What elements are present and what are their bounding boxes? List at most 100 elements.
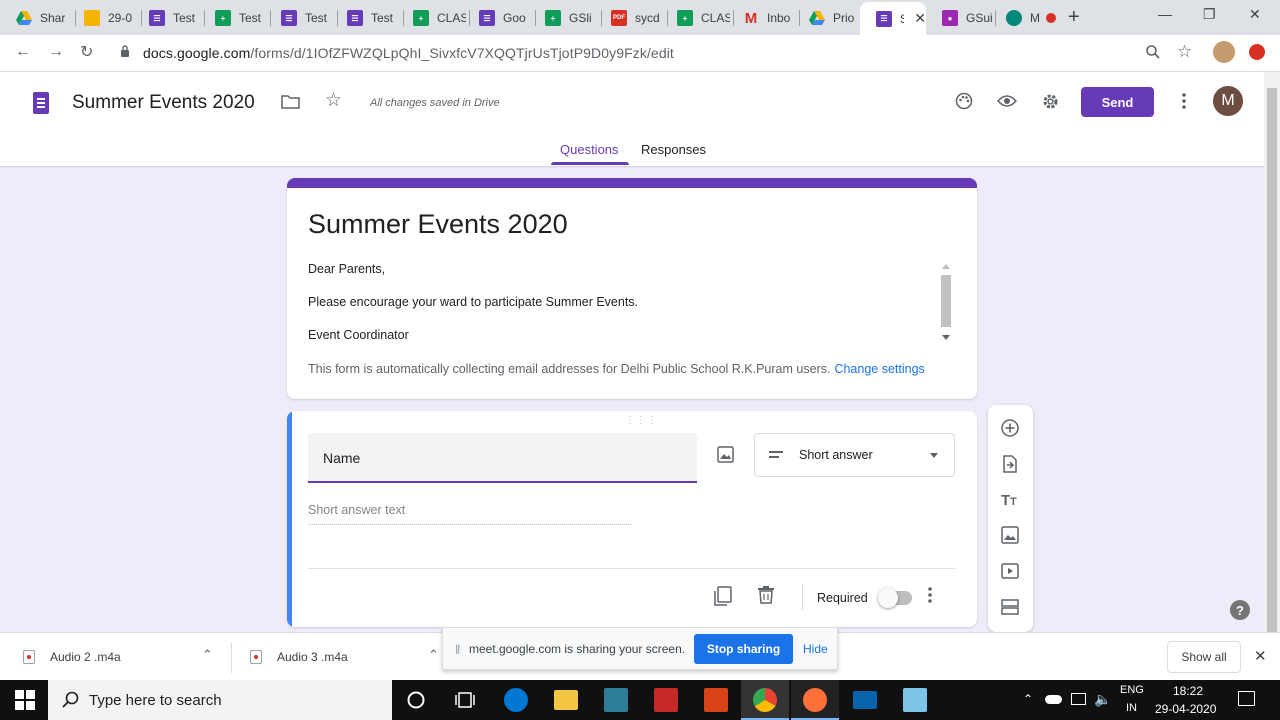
browser-tab[interactable]: Prio xyxy=(793,3,860,33)
notifications-icon[interactable] xyxy=(1238,691,1255,706)
google-drive-icon xyxy=(16,10,32,26)
chrome-icon[interactable] xyxy=(753,688,777,712)
browser-tab[interactable]: M xyxy=(990,3,1060,33)
question-type-dropdown[interactable]: Short answer xyxy=(754,433,955,477)
question-title-field[interactable]: Name xyxy=(308,433,697,483)
tab-responses[interactable]: Responses xyxy=(641,142,706,157)
lock-icon[interactable] xyxy=(120,45,130,58)
store-icon[interactable] xyxy=(604,688,628,712)
language-indicator[interactable]: ENG xyxy=(1120,684,1144,696)
question-card[interactable]: ⋮⋮⋮ Name Short answer Short answer text … xyxy=(287,411,977,627)
add-video-icon[interactable] xyxy=(1000,561,1020,581)
form-title[interactable]: Summer Events 2020 xyxy=(308,209,568,240)
browser-tab[interactable]: ☰ Test xyxy=(133,3,202,33)
cortana-icon[interactable] xyxy=(405,689,429,713)
settings-gear-icon[interactable] xyxy=(1041,92,1060,111)
close-download-bar-icon[interactable]: ✕ xyxy=(1254,647,1267,665)
mail-icon[interactable] xyxy=(853,691,877,709)
help-icon[interactable]: ? xyxy=(1230,600,1250,620)
region-indicator[interactable]: IN xyxy=(1126,702,1137,714)
question-title-text: Name xyxy=(323,450,361,466)
folder-icon[interactable] xyxy=(281,94,300,109)
windows-start-icon[interactable] xyxy=(15,690,35,710)
drag-handle-icon[interactable]: ⋮⋮⋮ xyxy=(625,415,658,426)
more-options-icon[interactable] xyxy=(1182,93,1186,109)
close-tab-icon[interactable]: ✕ xyxy=(914,10,926,27)
edge-browser-icon[interactable] xyxy=(504,688,528,712)
page-scrollbar[interactable] xyxy=(1264,72,1280,638)
browser-tab[interactable]: ● GSui xyxy=(926,3,994,33)
new-tab-button[interactable]: + xyxy=(1068,6,1080,29)
scrollbar-thumb[interactable] xyxy=(1267,88,1277,638)
star-icon[interactable]: ☆ xyxy=(325,89,342,112)
form-description-line[interactable]: Dear Parents, xyxy=(308,262,385,276)
import-questions-icon[interactable] xyxy=(1000,454,1020,474)
forward-icon[interactable]: → xyxy=(48,43,64,61)
browser-tab[interactable]: + GSli xyxy=(529,3,598,33)
clock-time[interactable]: 18:22 xyxy=(1173,684,1203,698)
onedrive-icon[interactable] xyxy=(1045,695,1062,704)
stop-sharing-button[interactable]: Stop sharing xyxy=(694,634,793,664)
document-title[interactable]: Summer Events 2020 xyxy=(72,92,255,114)
download-menu-chevron-icon[interactable]: ⌃ xyxy=(202,647,213,663)
profile-avatar[interactable] xyxy=(1213,41,1235,63)
duplicate-icon[interactable] xyxy=(713,586,732,606)
minimize-icon[interactable]: — xyxy=(1158,6,1172,22)
hide-banner-button[interactable]: Hide xyxy=(803,642,828,656)
browser-tab[interactable]: ☰ Test xyxy=(331,3,400,33)
zoom-icon[interactable] xyxy=(1145,44,1161,60)
question-more-icon[interactable] xyxy=(928,587,932,603)
close-window-icon[interactable]: ✕ xyxy=(1249,6,1261,23)
add-question-icon[interactable] xyxy=(1000,418,1020,438)
drag-grip-icon[interactable]: ‖ xyxy=(455,642,460,657)
restore-icon[interactable]: ❐ xyxy=(1203,6,1216,23)
task-view-icon[interactable] xyxy=(453,688,477,712)
download-item-name[interactable]: Audio 2 .m4a xyxy=(50,650,121,664)
form-description-line[interactable]: Please encourage your ward to participat… xyxy=(308,295,638,309)
add-image-icon[interactable] xyxy=(1000,525,1020,545)
app-icon[interactable] xyxy=(903,688,927,712)
clock-date[interactable]: 29-04-2020 xyxy=(1155,702,1216,716)
send-button[interactable]: Send xyxy=(1081,87,1154,117)
google-forms-logo-icon[interactable] xyxy=(33,92,49,114)
browser-tab[interactable]: + CLAS xyxy=(397,3,466,33)
browser-tab[interactable]: ☰ Test xyxy=(265,3,334,33)
address-bar[interactable]: docs.google.com/forms/d/1IOfZFWZQLpQhI_S… xyxy=(143,45,674,61)
delete-trash-icon[interactable] xyxy=(758,586,774,604)
form-title-card[interactable]: Summer Events 2020 Dear Parents, Please … xyxy=(287,178,977,399)
required-toggle[interactable] xyxy=(878,588,912,608)
volume-icon[interactable]: 🔈 xyxy=(1094,691,1111,708)
network-icon[interactable] xyxy=(1071,693,1086,705)
browser-tab-active[interactable]: ☰ S ✕ xyxy=(860,2,926,35)
change-settings-link[interactable]: Change settings xyxy=(834,362,924,376)
form-description-line[interactable]: Event Coordinator xyxy=(308,328,409,342)
palette-icon[interactable] xyxy=(955,92,973,110)
show-hidden-icons[interactable]: ⌃ xyxy=(1023,692,1033,706)
browser-tab[interactable]: ☰ Goo xyxy=(463,3,532,33)
tab-questions[interactable]: Questions xyxy=(560,142,619,157)
browser-tab[interactable]: + Test xyxy=(199,3,268,33)
file-explorer-icon[interactable] xyxy=(554,690,578,710)
download-menu-chevron-icon[interactable]: ⌃ xyxy=(428,647,439,663)
preview-eye-icon[interactable] xyxy=(997,94,1017,108)
reload-icon[interactable]: ↻ xyxy=(80,42,93,62)
browser-tab[interactable]: Shar xyxy=(0,3,75,33)
description-scrollbar[interactable] xyxy=(939,261,953,343)
back-icon[interactable]: ← xyxy=(15,43,31,61)
firefox-icon[interactable] xyxy=(803,688,827,712)
add-image-icon[interactable] xyxy=(717,446,734,463)
browser-tab[interactable]: + CLAS xyxy=(661,3,730,33)
browser-tab[interactable]: 29-0 xyxy=(68,3,139,33)
download-item-name[interactable]: Audio 3 .m4a xyxy=(277,650,348,664)
account-avatar[interactable]: M xyxy=(1213,86,1243,116)
taskbar-search-box[interactable]: Type here to search xyxy=(48,680,392,720)
add-title-icon[interactable]: TT xyxy=(1000,489,1020,509)
browser-tab[interactable]: PDF sycd xyxy=(595,3,664,33)
add-section-icon[interactable] xyxy=(1000,597,1020,617)
browser-tab[interactable]: M Inbo xyxy=(727,3,796,33)
extension-icon[interactable] xyxy=(1249,44,1265,60)
bookmark-star-icon[interactable]: ☆ xyxy=(1177,42,1192,62)
app-icon[interactable] xyxy=(654,688,678,712)
app-icon[interactable] xyxy=(704,688,728,712)
show-all-button[interactable]: Show all xyxy=(1167,641,1241,673)
